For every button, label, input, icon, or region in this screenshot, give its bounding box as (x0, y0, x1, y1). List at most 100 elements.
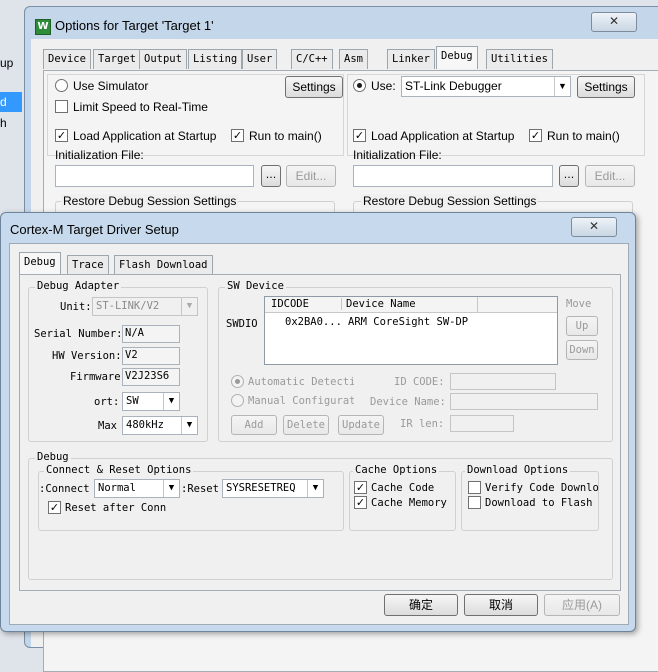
automatic-detection-label: Automatic Detectic (248, 376, 354, 388)
right-init-file-label: Initialization File: (353, 148, 442, 162)
simulator-settings-button[interactable]: Settings (285, 76, 343, 98)
cache-code-checkbox[interactable]: ✓ (354, 481, 367, 494)
verify-code-download-checkbox[interactable] (468, 481, 481, 494)
right-browse-button[interactable]: ... (559, 165, 579, 187)
cancel-button[interactable]: 取消 (464, 594, 538, 616)
table-row[interactable]: 0x2BA0... ARM CoreSight SW-DP (265, 315, 557, 330)
unit-select[interactable]: ST-LINK/V2 ▼ (92, 297, 198, 316)
download-to-flash-label: Download to Flash (485, 497, 593, 509)
right-run-to-main-checkbox[interactable]: ✓ (529, 129, 542, 142)
right-edit-button[interactable]: Edit... (585, 165, 635, 187)
automatic-detection-radio[interactable] (231, 375, 244, 388)
firmware-label: Firmware (70, 371, 121, 383)
manual-configuration-radio[interactable] (231, 394, 244, 407)
ok-button[interactable]: 确定 (384, 594, 458, 616)
move-up-button[interactable]: Up (566, 316, 598, 336)
tab-linker[interactable]: Linker (387, 49, 435, 69)
add-button[interactable]: Add (231, 415, 277, 435)
left-edit-button[interactable]: Edit... (286, 165, 336, 187)
use-debugger-radio[interactable] (353, 79, 366, 92)
tab-cc[interactable]: C/C++ (291, 49, 333, 69)
port-select[interactable]: SW ▼ (122, 392, 180, 411)
chevron-down-icon: ▼ (163, 393, 179, 410)
debugger-settings-button[interactable]: Settings (577, 76, 635, 98)
right-load-app-checkbox[interactable]: ✓ (353, 129, 366, 142)
reset-select[interactable]: SYSRESETREQ ▼ (222, 479, 324, 498)
idcode-column-header[interactable]: IDCODE (271, 298, 309, 310)
debugger-select[interactable]: ST-Link Debugger ▼ (401, 76, 571, 97)
tab-device[interactable]: Device (43, 49, 91, 69)
unit-label: Unit: (60, 301, 92, 313)
reset-label: Reset: (181, 483, 219, 495)
port-select-value: SW (126, 395, 139, 407)
tab-target[interactable]: Target (93, 49, 141, 69)
options-window-close-button[interactable]: ✕ (591, 12, 637, 32)
left-browse-button[interactable]: ... (261, 165, 281, 187)
row-device-name: ARM CoreSight SW-DP (348, 316, 469, 328)
device-name-label: Device Name: (370, 396, 446, 408)
driver-dialog-close-button[interactable]: ✕ (571, 217, 617, 237)
sw-device-title: SW Device (225, 280, 286, 292)
left-init-file-input[interactable] (55, 165, 254, 187)
driver-dialog-title: Cortex-M Target Driver Setup (10, 222, 179, 237)
ir-len-field[interactable] (450, 415, 514, 432)
update-button[interactable]: Update (338, 415, 384, 435)
close-icon: ✕ (608, 14, 620, 28)
move-down-button[interactable]: Down (566, 340, 598, 360)
left-run-to-main-checkbox[interactable]: ✓ (231, 129, 244, 142)
reset-after-connect-checkbox[interactable]: ✓ (48, 501, 61, 514)
right-init-file-input[interactable] (353, 165, 553, 187)
cache-memory-label: Cache Memory (371, 497, 447, 509)
limit-speed-checkbox[interactable] (55, 100, 68, 113)
background-text-d: d (0, 95, 7, 109)
chevron-down-icon: ▼ (307, 480, 323, 497)
left-run-to-main-label: Run to main() (249, 129, 322, 143)
id-code-field[interactable] (450, 373, 556, 390)
ir-len-label: IR len: (400, 418, 445, 430)
cache-options-title: Cache Options (353, 464, 440, 476)
hw-version-field: V2 (122, 347, 180, 365)
chevron-down-icon: ▼ (181, 298, 197, 315)
debug-adapter-title: Debug Adapter (35, 280, 122, 292)
left-init-file-label: Initialization File: (55, 148, 144, 162)
dlg-tab-trace[interactable]: Trace (67, 255, 109, 275)
tab-utilities[interactable]: Utilities (486, 49, 553, 69)
firmware-field: V2J23S6 (122, 368, 180, 386)
device-name-column-header[interactable]: Device Name (341, 298, 476, 310)
cache-code-label: Cache Code (371, 482, 435, 494)
right-load-app-label: Load Application at Startup (371, 129, 515, 143)
use-simulator-radio[interactable] (55, 79, 68, 92)
left-restore-label: Restore Debug Session Settings (61, 194, 239, 208)
right-restore-label: Restore Debug Session Settings (361, 194, 539, 208)
max-clock-select[interactable]: 480kHz ▼ (122, 416, 198, 435)
use-simulator-label: Use Simulator (73, 79, 149, 93)
chevron-down-icon: ▼ (554, 77, 570, 96)
tab-listing[interactable]: Listing (188, 49, 243, 69)
connect-select[interactable]: Normal ▼ (94, 479, 180, 498)
options-window-title: Options for Target 'Target 1' (55, 18, 214, 33)
cache-memory-checkbox[interactable]: ✓ (354, 496, 367, 509)
connect-label: Connect: (39, 483, 90, 495)
download-options-title: Download Options (465, 464, 571, 476)
delete-button[interactable]: Delete (283, 415, 329, 435)
left-load-app-checkbox[interactable]: ✓ (55, 129, 68, 142)
dlg-tab-debug[interactable]: Debug (19, 252, 61, 275)
background-text-h: h (0, 116, 7, 130)
download-to-flash-checkbox[interactable] (468, 496, 481, 509)
tab-output[interactable]: Output (139, 49, 187, 69)
table-header: IDCODE Device Name (265, 297, 557, 313)
max-clock-select-value: 480kHz (126, 419, 164, 431)
device-name-field[interactable] (450, 393, 598, 410)
max-clock-label: Max (98, 420, 117, 432)
tab-user[interactable]: User (242, 49, 278, 69)
chevron-down-icon: ▼ (163, 480, 179, 497)
swdio-label: SWDIO (226, 318, 258, 330)
apply-button[interactable]: 应用(A) (544, 594, 620, 616)
dlg-tab-flash-download[interactable]: Flash Download (114, 255, 213, 275)
left-load-app-label: Load Application at Startup (73, 129, 217, 143)
debug-options-title: Debug (35, 451, 71, 463)
tab-debug[interactable]: Debug (436, 46, 478, 69)
tab-asm[interactable]: Asm (339, 49, 368, 69)
sw-device-table[interactable]: IDCODE Device Name 0x2BA0... ARM CoreSig… (264, 296, 558, 365)
row-idcode: 0x2BA0... (285, 316, 342, 328)
